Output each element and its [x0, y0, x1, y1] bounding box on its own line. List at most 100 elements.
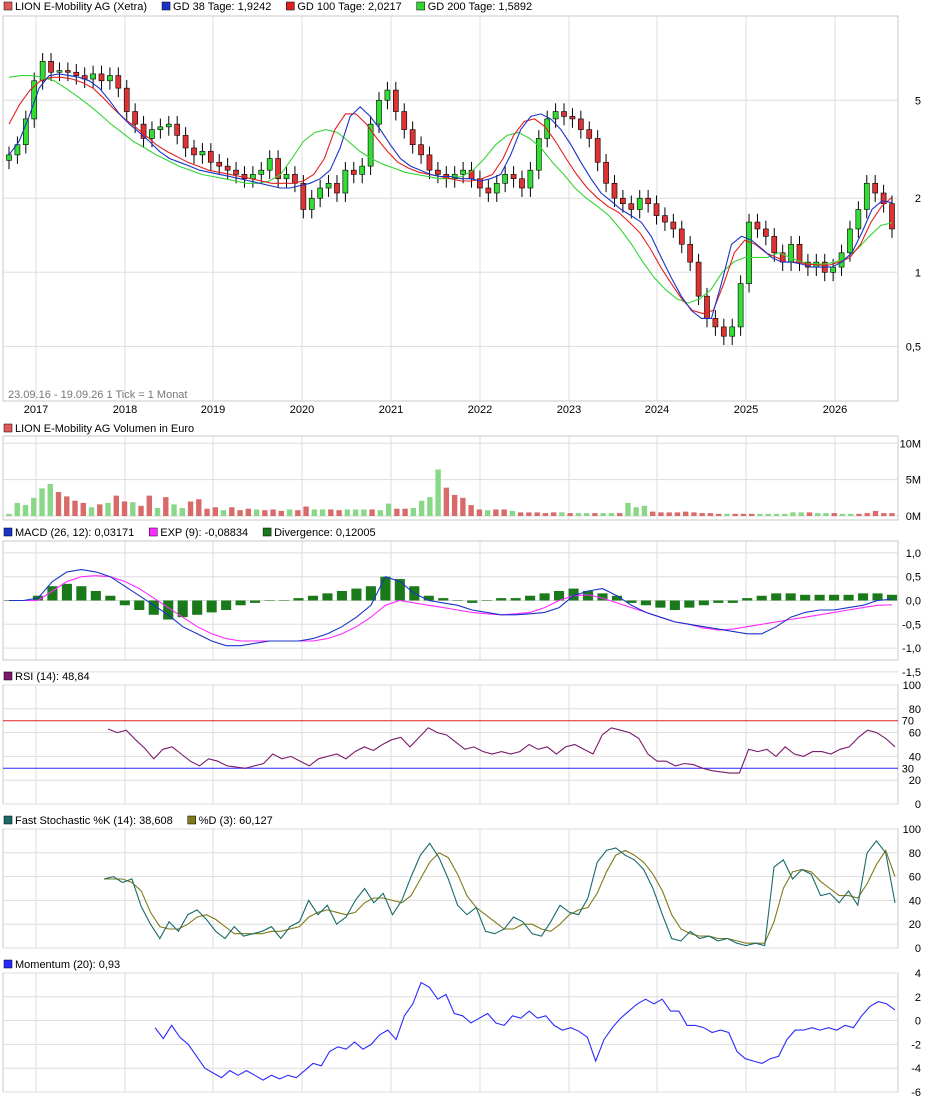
stock-chart: LION E-Mobility AG (Xetra) GD 38 Tage: 1,…: [2, 1, 921, 1099]
volume-bar: [732, 513, 738, 516]
volume-bar: [806, 512, 813, 516]
volume-bar: [6, 513, 12, 516]
legend-label: GD 38 Tage: 1,9242: [173, 1, 271, 13]
volume-bar: [319, 509, 326, 516]
volume-bar: [435, 469, 441, 516]
candle-body: [334, 182, 340, 194]
candle-body: [435, 169, 441, 175]
volume-bar: [146, 495, 152, 516]
divergence-bar: [829, 594, 840, 601]
candle-body: [729, 326, 736, 337]
candle-body: [578, 118, 584, 130]
y-tick-label: 60: [909, 728, 921, 740]
volume-bar: [724, 513, 730, 516]
volume-bar: [278, 510, 285, 516]
volume-bar: [64, 496, 70, 516]
legend-swatch: [187, 815, 196, 825]
volume-bar: [229, 507, 235, 516]
rsi-level-label: 70: [902, 716, 914, 728]
divergence-bar: [872, 593, 883, 601]
candle-body: [527, 169, 534, 189]
volume-bar: [97, 504, 103, 516]
volume-bar: [592, 513, 598, 516]
candle-body: [510, 174, 517, 180]
candle-body: [149, 129, 155, 139]
volume-bar: [682, 511, 689, 516]
candle-body: [493, 182, 500, 194]
volume-bar: [105, 502, 111, 516]
volume-bar: [204, 508, 210, 516]
volume-bar: [361, 509, 367, 516]
divergence-bar: [771, 593, 782, 601]
candle-body: [586, 129, 593, 139]
candle-body: [485, 187, 492, 194]
divergence-bar: [684, 600, 695, 608]
volume-bar: [848, 513, 854, 516]
divergence-bar: [467, 600, 478, 603]
y-tick-label: 5: [915, 95, 921, 107]
volume-bar: [220, 510, 227, 516]
candle-body: [620, 197, 626, 205]
divergence-bar: [221, 600, 232, 611]
volume-bar: [47, 484, 53, 516]
y-tick-label: 80: [909, 704, 921, 716]
legend-label: Fast Stochastic %K (14): 38,608: [15, 815, 173, 827]
divergence-bar: [452, 600, 463, 601]
divergence-bar: [756, 595, 767, 601]
candle-body: [737, 283, 744, 328]
volume-bar: [352, 509, 359, 516]
divergence-bar: [742, 598, 753, 601]
volume-bar: [542, 513, 549, 516]
candle-body: [418, 144, 424, 156]
volume-bar: [212, 507, 219, 516]
volume-bar: [39, 488, 45, 516]
divergence-bar: [525, 595, 536, 601]
x-tick-label: 2022: [468, 404, 492, 416]
y-tick-label: 10M: [900, 438, 921, 450]
candle-body: [115, 75, 122, 89]
candle-body: [165, 123, 172, 128]
y-tick-label: 1: [915, 267, 921, 279]
x-tick-label: 2021: [379, 404, 403, 416]
divergence-bar: [727, 600, 738, 603]
volume-bar: [336, 510, 342, 516]
candle-body: [662, 215, 668, 223]
date-range-note: 23.09.16 - 19.09.26 1 Tick = 1 Monat: [8, 389, 187, 401]
y-tick-label: 20: [909, 919, 921, 931]
volume-bar: [328, 509, 334, 516]
legend-swatch: [3, 959, 13, 969]
stochastic-plot-area: [2, 828, 899, 949]
divergence-bar: [423, 595, 434, 601]
volume-bar: [773, 513, 780, 516]
candle-body: [308, 197, 315, 210]
legend-label: Divergence: 0,12005: [274, 527, 376, 539]
divergence-bar: [539, 593, 550, 601]
candle-body: [653, 203, 660, 216]
divergence-bar: [510, 598, 521, 601]
legend-swatch: [3, 423, 13, 433]
candle-body: [266, 158, 273, 171]
legend-label: GD 200 Tage: 1,5892: [428, 1, 532, 13]
volume-bar: [31, 497, 37, 516]
candle-body: [65, 70, 71, 73]
volume-bar: [179, 508, 185, 516]
legend-swatch: [286, 1, 295, 11]
candle-body: [48, 61, 54, 73]
legend-swatch: [3, 815, 13, 825]
volume-bar: [782, 513, 788, 516]
volume-bar: [716, 513, 722, 516]
y-tick-label: 0,5: [906, 341, 921, 353]
volume-bar: [616, 513, 623, 516]
volume-bar: [815, 513, 821, 516]
divergence-bar: [90, 590, 101, 601]
candle-body: [754, 221, 761, 230]
volume-bar: [270, 509, 276, 516]
divergence-bar: [293, 598, 304, 601]
y-tick-label: 0: [915, 943, 921, 955]
candle-body: [56, 70, 63, 73]
y-tick-label: 100: [903, 824, 921, 836]
candle-body: [502, 174, 508, 184]
candle-body: [636, 197, 643, 210]
volume-bar: [501, 509, 507, 516]
volume-bar: [237, 510, 243, 516]
